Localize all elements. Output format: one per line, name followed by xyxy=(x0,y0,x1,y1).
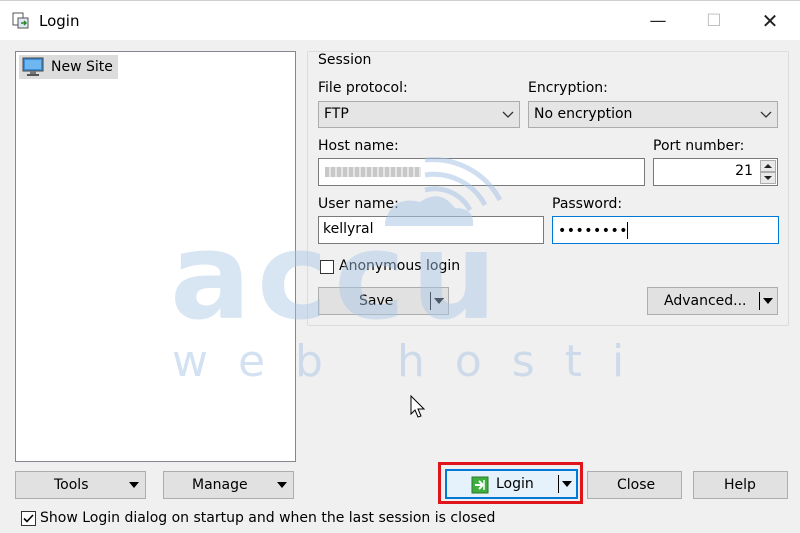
port-number-value: 21 xyxy=(735,163,753,179)
close-button[interactable]: Close xyxy=(587,471,682,499)
dropdown-arrow-icon xyxy=(277,482,287,488)
login-button-label: Login xyxy=(496,476,534,492)
triangle-down-icon xyxy=(764,176,772,180)
password-label: Password: xyxy=(552,196,623,212)
host-name-label: Host name: xyxy=(318,138,399,154)
host-name-redaction xyxy=(325,167,421,177)
winscp-app-icon xyxy=(12,12,29,29)
split-divider xyxy=(759,292,760,310)
text-caret xyxy=(627,222,628,239)
login-split-button[interactable]: Login xyxy=(445,469,578,499)
password-input[interactable]: •••••••• xyxy=(552,216,779,244)
chevron-down-icon xyxy=(502,111,514,118)
password-value: •••••••• xyxy=(558,223,629,239)
split-divider xyxy=(430,292,431,310)
port-number-label: Port number: xyxy=(653,138,745,154)
encryption-value: No encryption xyxy=(534,106,633,122)
close-button-label: Close xyxy=(617,477,656,493)
encryption-label: Encryption: xyxy=(528,80,608,96)
help-button[interactable]: Help xyxy=(693,471,788,499)
split-divider xyxy=(558,475,559,493)
mouse-cursor-icon xyxy=(410,395,426,418)
site-item-new-site[interactable]: New Site xyxy=(19,55,118,79)
session-group-label: Session xyxy=(317,52,373,68)
user-name-label: User name: xyxy=(318,196,399,212)
checkmark-icon xyxy=(23,514,34,523)
encryption-select[interactable]: No encryption xyxy=(528,101,778,128)
file-protocol-value: FTP xyxy=(324,106,349,122)
host-name-input[interactable] xyxy=(318,158,645,186)
site-tree[interactable]: New Site xyxy=(15,51,296,462)
anonymous-login-label: Anonymous login xyxy=(339,258,461,274)
port-decrement-button[interactable] xyxy=(760,172,776,184)
computer-monitor-icon xyxy=(22,57,44,76)
maximize-button[interactable]: ☐ xyxy=(691,1,737,41)
site-item-label: New Site xyxy=(51,59,113,75)
user-name-value: kellyral xyxy=(323,221,374,237)
dropdown-arrow-icon[interactable] xyxy=(763,297,773,305)
show-login-dialog-label: Show Login dialog on startup and when th… xyxy=(40,510,496,526)
minimize-button[interactable]: — xyxy=(635,1,681,41)
triangle-up-icon xyxy=(764,164,772,168)
port-number-stepper[interactable]: 21 xyxy=(653,158,778,186)
dropdown-arrow-icon[interactable] xyxy=(562,480,572,488)
file-protocol-label: File protocol: xyxy=(318,80,408,96)
login-arrow-icon xyxy=(471,476,489,494)
save-split-button[interactable]: Save xyxy=(318,287,449,315)
tools-dropdown-button[interactable]: Tools xyxy=(15,471,146,499)
advanced-button-label: Advanced... xyxy=(664,293,747,309)
anonymous-login-checkbox[interactable] xyxy=(320,260,334,274)
title-bar: Login — ☐ ✕ xyxy=(0,0,800,40)
tools-button-label: Tools xyxy=(54,477,89,493)
save-button-label: Save xyxy=(359,293,394,309)
window-title: Login xyxy=(39,12,80,30)
file-protocol-select[interactable]: FTP xyxy=(318,101,520,128)
dropdown-arrow-icon[interactable] xyxy=(434,297,444,305)
show-login-dialog-checkbox[interactable] xyxy=(21,511,36,526)
manage-button-label: Manage xyxy=(192,477,248,493)
close-window-button[interactable]: ✕ xyxy=(747,1,793,41)
user-name-input[interactable]: kellyral xyxy=(318,216,544,244)
manage-dropdown-button[interactable]: Manage xyxy=(163,471,294,499)
advanced-split-button[interactable]: Advanced... xyxy=(647,287,778,315)
chevron-down-icon xyxy=(760,111,772,118)
help-button-label: Help xyxy=(724,477,756,493)
port-increment-button[interactable] xyxy=(760,160,776,172)
dropdown-arrow-icon xyxy=(129,482,139,488)
